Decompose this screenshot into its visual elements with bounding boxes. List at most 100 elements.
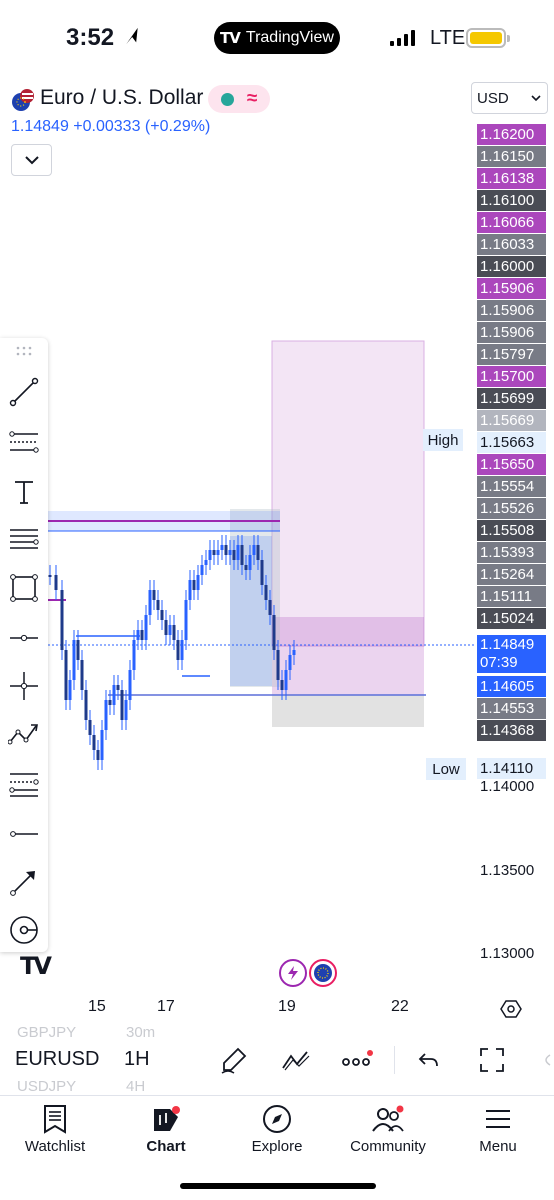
signal-icon bbox=[390, 30, 415, 46]
axis-tick: 1.13500 bbox=[480, 862, 535, 879]
tab-label: Community bbox=[350, 1138, 426, 1155]
candle-body bbox=[228, 550, 232, 555]
price-scale-label: 1.15700 bbox=[477, 366, 546, 387]
price-scale-label: 1.15508 bbox=[477, 520, 546, 541]
chart-overlay-buttons bbox=[279, 959, 337, 987]
candle-body bbox=[180, 640, 184, 660]
eu-event-button[interactable] bbox=[309, 959, 337, 987]
watchlist-icon bbox=[44, 1105, 66, 1134]
pattern-tool[interactable] bbox=[8, 524, 40, 556]
price-scale-label: 1.15024 bbox=[477, 608, 546, 629]
candle-body bbox=[268, 600, 272, 615]
more-dots-icon bbox=[342, 1050, 373, 1066]
candle-body bbox=[292, 650, 296, 655]
tab-explore[interactable]: Explore bbox=[227, 1102, 327, 1155]
price-scale-label: 1.15906 bbox=[477, 300, 546, 321]
candle-body bbox=[256, 545, 260, 560]
candle-body bbox=[96, 750, 100, 760]
timeframe-selector[interactable]: 1H bbox=[124, 1048, 150, 1071]
candle-body bbox=[280, 680, 284, 690]
candle-body bbox=[260, 560, 264, 585]
more-button[interactable] bbox=[341, 1044, 373, 1076]
candle-body bbox=[196, 575, 200, 590]
scroll-hint bbox=[538, 1044, 554, 1076]
crosshair-icon bbox=[10, 672, 38, 700]
price-chart[interactable] bbox=[0, 118, 476, 998]
horizontal-line-tool[interactable] bbox=[8, 622, 40, 654]
price-scale-label: 1.16000 bbox=[477, 256, 546, 277]
high-tag: High bbox=[423, 429, 463, 451]
rectangle-tool[interactable] bbox=[8, 572, 40, 604]
arrow-tool[interactable] bbox=[8, 866, 40, 898]
price-scale-label: 1.15526 bbox=[477, 498, 546, 519]
text-icon bbox=[15, 481, 33, 504]
candle-body bbox=[168, 625, 172, 635]
axis-tick: 1.14000 bbox=[480, 778, 535, 795]
lightning-icon bbox=[288, 966, 298, 980]
price-scale-label: 1.16150 bbox=[477, 146, 546, 167]
candle-body bbox=[72, 640, 76, 680]
fib-extension-tool[interactable] bbox=[8, 768, 40, 800]
time-tick: 22 bbox=[391, 998, 409, 1015]
low-value-label: 1.14110 bbox=[477, 758, 546, 779]
candle-body bbox=[104, 700, 108, 730]
undo-button[interactable] bbox=[413, 1044, 445, 1076]
price-scale-label: 1.15111 bbox=[477, 586, 546, 607]
price-scale-label: 1.16138 bbox=[477, 168, 546, 189]
text-tool[interactable] bbox=[8, 476, 40, 508]
tab-watchlist[interactable]: Watchlist bbox=[5, 1102, 105, 1155]
app-pill[interactable]: 𝗧𝗩 TradingView bbox=[214, 22, 340, 54]
candle-body bbox=[236, 545, 240, 560]
candle-body bbox=[264, 585, 268, 600]
trend-line-tool[interactable] bbox=[8, 376, 40, 408]
price-scale-label: 1.15393 bbox=[477, 542, 546, 563]
settings-hexagon-icon[interactable] bbox=[500, 998, 522, 1020]
time-tick: 17 bbox=[157, 998, 175, 1015]
forecast-tool[interactable] bbox=[8, 718, 40, 750]
network-type: LTE bbox=[430, 27, 466, 49]
fullscreen-icon bbox=[480, 1048, 504, 1072]
tab-menu[interactable]: Menu bbox=[448, 1102, 548, 1155]
ray-tool[interactable] bbox=[8, 818, 40, 850]
tab-label: Explore bbox=[251, 1138, 303, 1155]
candle-body bbox=[164, 620, 168, 635]
price-scale-label: 1.15663 bbox=[477, 432, 546, 453]
home-indicator bbox=[180, 1183, 376, 1189]
undo-icon bbox=[418, 1053, 438, 1067]
tab-chart[interactable]: Chart bbox=[116, 1102, 216, 1155]
currency-select[interactable]: USD bbox=[471, 82, 548, 114]
tradingview-watermark-icon: 𝗧𝗩 bbox=[20, 953, 52, 980]
tab-label: Watchlist bbox=[24, 1138, 86, 1155]
tab-community[interactable]: Community bbox=[338, 1102, 438, 1155]
target-zone[interactable] bbox=[271, 340, 425, 647]
symbol-selector[interactable]: EURUSD bbox=[15, 1048, 99, 1071]
price-scale-label: 1.16033 bbox=[477, 234, 546, 255]
candle-body bbox=[176, 640, 180, 660]
indicators-button[interactable] bbox=[280, 1044, 312, 1076]
candle-body bbox=[212, 550, 216, 555]
chevron-down-icon bbox=[531, 94, 541, 101]
symbol-title[interactable]: Euro / U.S. Dollar bbox=[40, 86, 203, 110]
current-price-label: 1.14849 07:39 bbox=[477, 635, 546, 673]
magnet-tool[interactable] bbox=[8, 914, 40, 946]
candle-body bbox=[160, 610, 164, 620]
flash-button[interactable] bbox=[279, 959, 307, 987]
time-tick: 19 bbox=[278, 998, 296, 1015]
candle-body bbox=[192, 580, 196, 590]
price-scale-label: 1.15264 bbox=[477, 564, 546, 585]
trend-line-icon bbox=[9, 377, 39, 407]
fullscreen-button[interactable] bbox=[476, 1044, 508, 1076]
cross-line-tool[interactable] bbox=[8, 670, 40, 702]
forecast-icon bbox=[8, 724, 38, 745]
fib-icon bbox=[9, 431, 39, 453]
price-scale-label: 1.15906 bbox=[477, 322, 546, 343]
drag-handle-icon[interactable] bbox=[16, 346, 32, 356]
time-tick: 15 bbox=[88, 998, 106, 1015]
ghost-next-timeframe: 4H bbox=[126, 1078, 146, 1095]
delayed-data-icon: ≈ bbox=[246, 88, 258, 109]
draw-button[interactable] bbox=[218, 1044, 250, 1076]
fib-retracement-tool[interactable] bbox=[8, 426, 40, 458]
chevron-icon bbox=[545, 1054, 551, 1066]
symbol-badges[interactable]: ≈ bbox=[208, 85, 270, 113]
candle-body bbox=[272, 615, 276, 650]
